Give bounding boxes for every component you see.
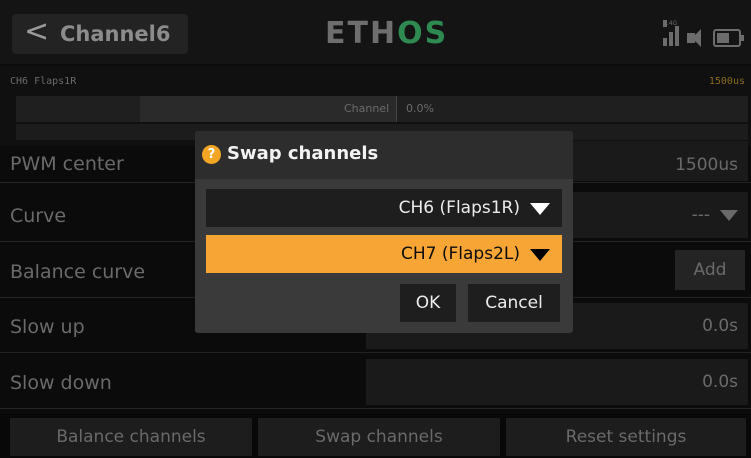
ethos-logo: ETHOS: [325, 14, 448, 54]
slow-down-label: Slow down: [10, 372, 112, 394]
row-slow-down: Slow down 0.0s: [0, 355, 751, 409]
status-icons: 2.4G: [663, 18, 744, 48]
dropdown-arrow-icon: [720, 209, 738, 221]
signal-icon: 2.4G: [663, 20, 681, 48]
curve-value: ---: [692, 205, 738, 225]
curve-label: Curve: [10, 205, 67, 227]
back-button[interactable]: < Channel6: [12, 14, 188, 54]
add-balance-curve-button[interactable]: Add: [675, 250, 745, 290]
back-chevron-icon: <: [24, 14, 50, 49]
target-channel-value: CH7 (Flaps2L): [401, 244, 520, 264]
pwm-center-label: PWM center: [10, 153, 124, 175]
band-label: 2.4G: [663, 20, 678, 27]
dropdown-arrow-icon: [530, 249, 550, 261]
question-icon: ?: [202, 145, 221, 164]
dialog-header: ? Swap channels: [195, 131, 573, 179]
swap-channels-dialog: ? Swap channels CH6 (Flaps1R) CH7 (Flaps…: [195, 131, 573, 333]
logo-eth: ETH: [325, 16, 398, 51]
source-channel-value: CH6 (Flaps1R): [398, 198, 520, 218]
slow-down-value: 0.0s: [702, 372, 738, 392]
monitor-channel-name: CH6 Flaps1R: [10, 76, 77, 87]
bar-label: Channel: [344, 102, 390, 115]
slow-up-label: Slow up: [10, 316, 85, 338]
balance-curve-label: Balance curve: [10, 261, 146, 283]
bottom-bar: Balance channels Swap channels Reset set…: [0, 414, 751, 458]
bar-value: 0.0%: [406, 102, 434, 115]
target-channel-select[interactable]: CH7 (Flaps2L): [206, 235, 562, 273]
page-title: Channel6: [60, 22, 171, 46]
slow-down-field[interactable]: 0.0s: [366, 359, 748, 405]
top-bar: < Channel6 ETHOS 2.4G: [0, 0, 751, 64]
dialog-title: Swap channels: [227, 143, 379, 164]
reset-settings-button[interactable]: Reset settings: [506, 418, 746, 456]
volume-icon: [687, 28, 707, 48]
dropdown-arrow-icon: [530, 203, 550, 215]
swap-channels-button[interactable]: Swap channels: [258, 418, 500, 456]
channel-output-bar: Channel 0.0%: [16, 96, 748, 122]
source-channel-select[interactable]: CH6 (Flaps1R): [206, 189, 562, 227]
battery-icon: [713, 29, 744, 47]
balance-channels-button[interactable]: Balance channels: [10, 418, 252, 456]
slow-up-value: 0.0s: [702, 316, 738, 336]
pwm-center-value: 1500us: [675, 155, 738, 175]
ok-button[interactable]: OK: [400, 284, 456, 322]
logo-os: OS: [397, 16, 449, 51]
cancel-button[interactable]: Cancel: [468, 284, 560, 322]
monitor-value: 1500us: [708, 76, 745, 87]
